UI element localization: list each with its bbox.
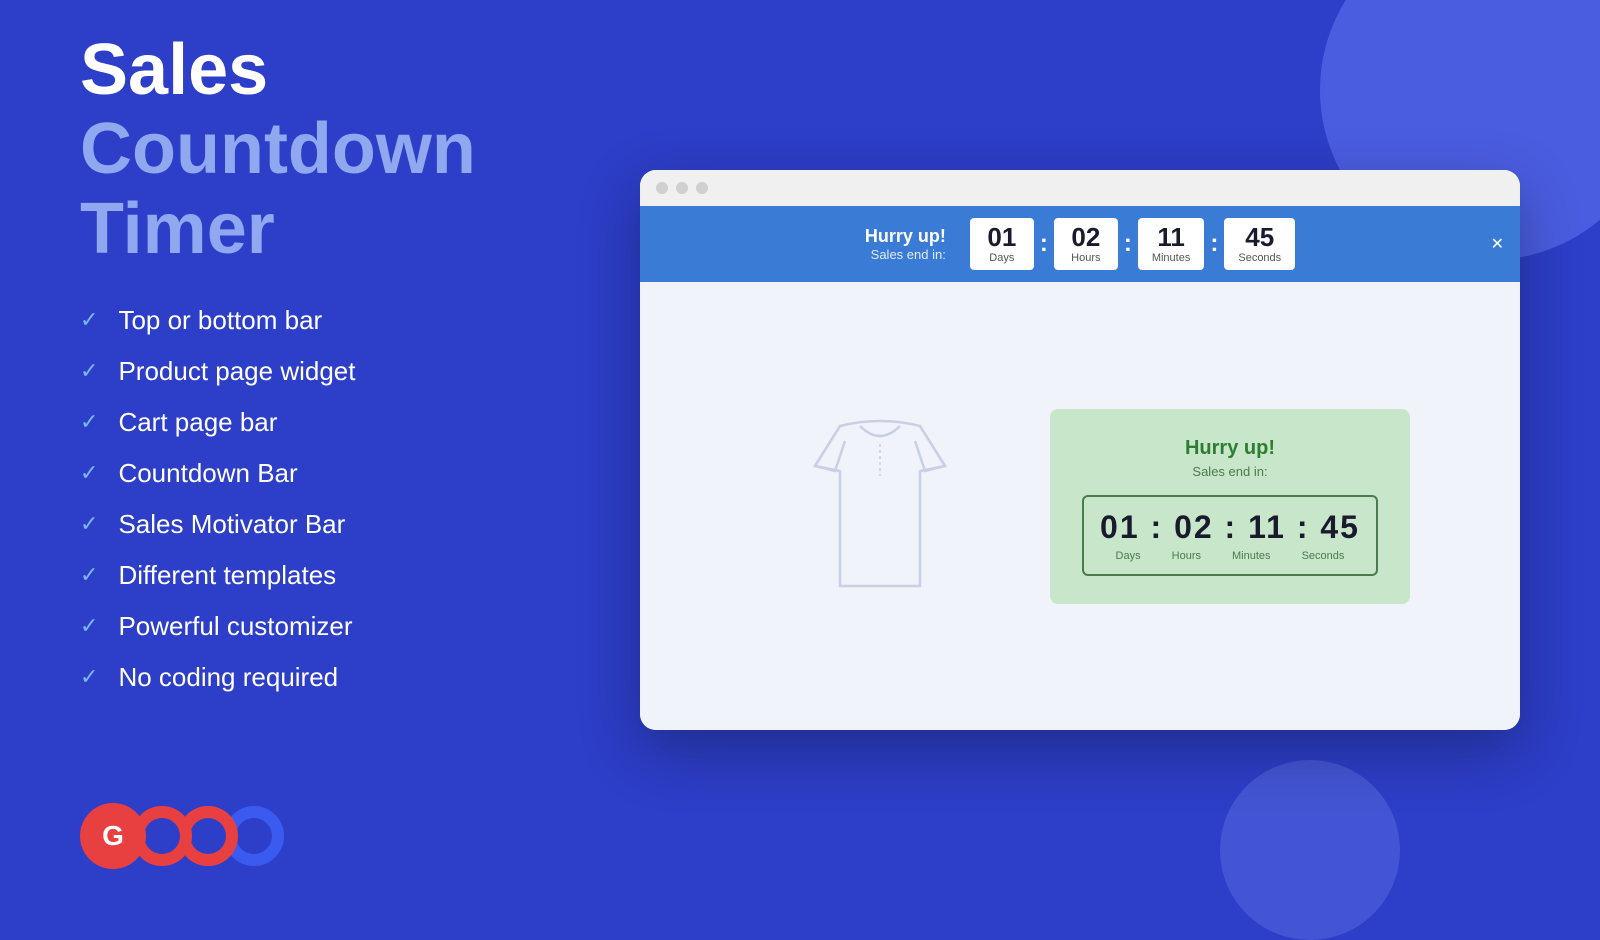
- timer-seconds-label: Seconds: [1238, 252, 1281, 264]
- browser-dot-2: [676, 182, 688, 194]
- timer-hours-num: 02: [1068, 224, 1104, 250]
- content-wrapper: Sales CountdownTimer ✓ Top or bottom bar…: [0, 0, 1600, 900]
- check-icon-8: ✓: [80, 664, 98, 690]
- timer-days-label: Days: [984, 252, 1020, 264]
- timer-block-days: 01 Days: [970, 218, 1034, 270]
- browser-dot-3: [696, 182, 708, 194]
- timer-seconds-num: 45: [1238, 224, 1281, 250]
- feature-label-7: Powerful customizer: [118, 611, 352, 642]
- close-icon[interactable]: ✕: [1491, 234, 1504, 254]
- feature-item-1: ✓ Top or bottom bar: [80, 305, 560, 336]
- timer-minutes-num: 11: [1152, 224, 1191, 250]
- feature-item-5: ✓ Sales Motivator Bar: [80, 509, 560, 540]
- check-icon-3: ✓: [80, 409, 98, 435]
- widget-timer-box: 01 : 02 : 11 : 45 Days Hours Minutes Sec…: [1082, 495, 1378, 576]
- check-icon-1: ✓: [80, 307, 98, 333]
- timer-colon-1: :: [1040, 230, 1048, 258]
- feature-label-1: Top or bottom bar: [118, 305, 322, 336]
- widget-hurry-subtitle: Sales end in:: [1082, 464, 1378, 479]
- logo-g-ring: G: [80, 803, 146, 869]
- timer-days-num: 01: [984, 224, 1020, 250]
- timer-block-minutes: 11 Minutes: [1138, 218, 1205, 270]
- widget-seconds-label: Seconds: [1302, 550, 1345, 562]
- main-title: Sales CountdownTimer: [80, 31, 560, 269]
- widget-hurry-title: Hurry up!: [1082, 437, 1378, 460]
- browser-content: Hurry up! Sales end in: 01 : 02 : 11 : 4…: [640, 282, 1520, 730]
- widget-timer-labels: Days Hours Minutes Seconds: [1100, 550, 1360, 562]
- timer-blocks: 01 Days : 02 Hours : 11 Minutes : 45 Sec…: [970, 218, 1295, 270]
- browser-dot-1: [656, 182, 668, 194]
- browser-toolbar: [640, 170, 1520, 206]
- browser-mockup: Hurry up! Sales end in: 01 Days : 02 Hou…: [640, 170, 1520, 730]
- check-icon-6: ✓: [80, 562, 98, 588]
- feature-item-2: ✓ Product page widget: [80, 356, 560, 387]
- shirt-illustration: [750, 376, 1010, 636]
- product-widget: Hurry up! Sales end in: 01 : 02 : 11 : 4…: [1050, 409, 1410, 604]
- feature-item-4: ✓ Countdown Bar: [80, 458, 560, 489]
- timer-colon-2: :: [1124, 230, 1132, 258]
- feature-label-4: Countdown Bar: [118, 458, 297, 489]
- feature-item-7: ✓ Powerful customizer: [80, 611, 560, 642]
- feature-label-3: Cart page bar: [118, 407, 277, 438]
- widget-timer-display: 01 : 02 : 11 : 45: [1100, 509, 1360, 546]
- timer-block-hours: 02 Hours: [1054, 218, 1118, 270]
- feature-item-3: ✓ Cart page bar: [80, 407, 560, 438]
- logo-g-letter: G: [102, 820, 124, 852]
- widget-minutes-label: Minutes: [1232, 550, 1271, 562]
- check-icon-2: ✓: [80, 358, 98, 384]
- widget-hours-label: Hours: [1172, 550, 1201, 562]
- countdown-bar: Hurry up! Sales end in: 01 Days : 02 Hou…: [640, 206, 1520, 282]
- timer-block-seconds: 45 Seconds: [1224, 218, 1295, 270]
- widget-days-label: Days: [1116, 550, 1141, 562]
- gooo-logo: G: [80, 803, 560, 869]
- left-panel: Sales CountdownTimer ✓ Top or bottom bar…: [80, 31, 560, 869]
- timer-minutes-label: Minutes: [1152, 252, 1191, 264]
- check-icon-5: ✓: [80, 511, 98, 537]
- timer-colon-3: :: [1210, 230, 1218, 258]
- check-icon-7: ✓: [80, 613, 98, 639]
- feature-label-5: Sales Motivator Bar: [118, 509, 345, 540]
- hurry-title: Hurry up!: [865, 226, 946, 247]
- check-icon-4: ✓: [80, 460, 98, 486]
- feature-label-2: Product page widget: [118, 356, 355, 387]
- feature-label-8: No coding required: [118, 662, 338, 693]
- logo-o1-inner: [144, 818, 180, 854]
- logo-o2-inner: [190, 818, 226, 854]
- title-white: Sales: [80, 30, 268, 110]
- feature-item-8: ✓ No coding required: [80, 662, 560, 693]
- title-blue: CountdownTimer: [80, 109, 476, 268]
- feature-list: ✓ Top or bottom bar ✓ Product page widge…: [80, 305, 560, 693]
- hurry-text: Hurry up! Sales end in:: [865, 226, 946, 262]
- feature-item-6: ✓ Different templates: [80, 560, 560, 591]
- logo-o3-inner: [236, 818, 272, 854]
- hurry-subtitle: Sales end in:: [865, 247, 946, 262]
- feature-label-6: Different templates: [118, 560, 336, 591]
- shirt-svg: [780, 396, 980, 616]
- timer-hours-label: Hours: [1068, 252, 1104, 264]
